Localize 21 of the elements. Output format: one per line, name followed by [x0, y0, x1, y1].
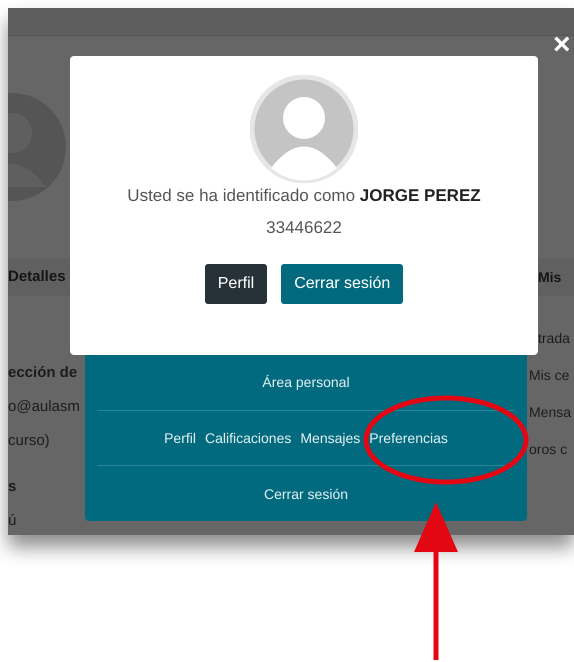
- menu-link[interactable]: Cerrar sesión: [264, 486, 348, 502]
- page-text: o@aulasm: [8, 397, 81, 417]
- page-text: curso): [8, 431, 51, 451]
- page-text: Mensa: [529, 403, 572, 422]
- login-message: Usted se ha identificado como JORGE PEREZ: [127, 186, 481, 206]
- section-heading: ección de: [8, 363, 78, 383]
- menu-link[interactable]: Mensajes: [300, 430, 360, 446]
- avatar-icon: [250, 75, 358, 183]
- close-button[interactable]: ×: [553, 31, 571, 59]
- page-text: trada: [538, 329, 571, 348]
- profile-button[interactable]: Perfil: [204, 264, 268, 304]
- menu-link[interactable]: Área personal: [262, 374, 350, 390]
- page-text: oros c: [529, 440, 568, 459]
- section-heading: s: [8, 477, 18, 497]
- id-number: 33446622: [266, 218, 342, 238]
- page-text: ú: [8, 511, 18, 531]
- page-text: Mis ce: [529, 366, 570, 385]
- menu-link[interactable]: Calificaciones: [205, 430, 292, 446]
- menu-link[interactable]: Preferencias: [369, 430, 448, 446]
- logout-button[interactable]: Cerrar sesión: [281, 264, 404, 304]
- menu-link[interactable]: Perfil: [164, 430, 196, 446]
